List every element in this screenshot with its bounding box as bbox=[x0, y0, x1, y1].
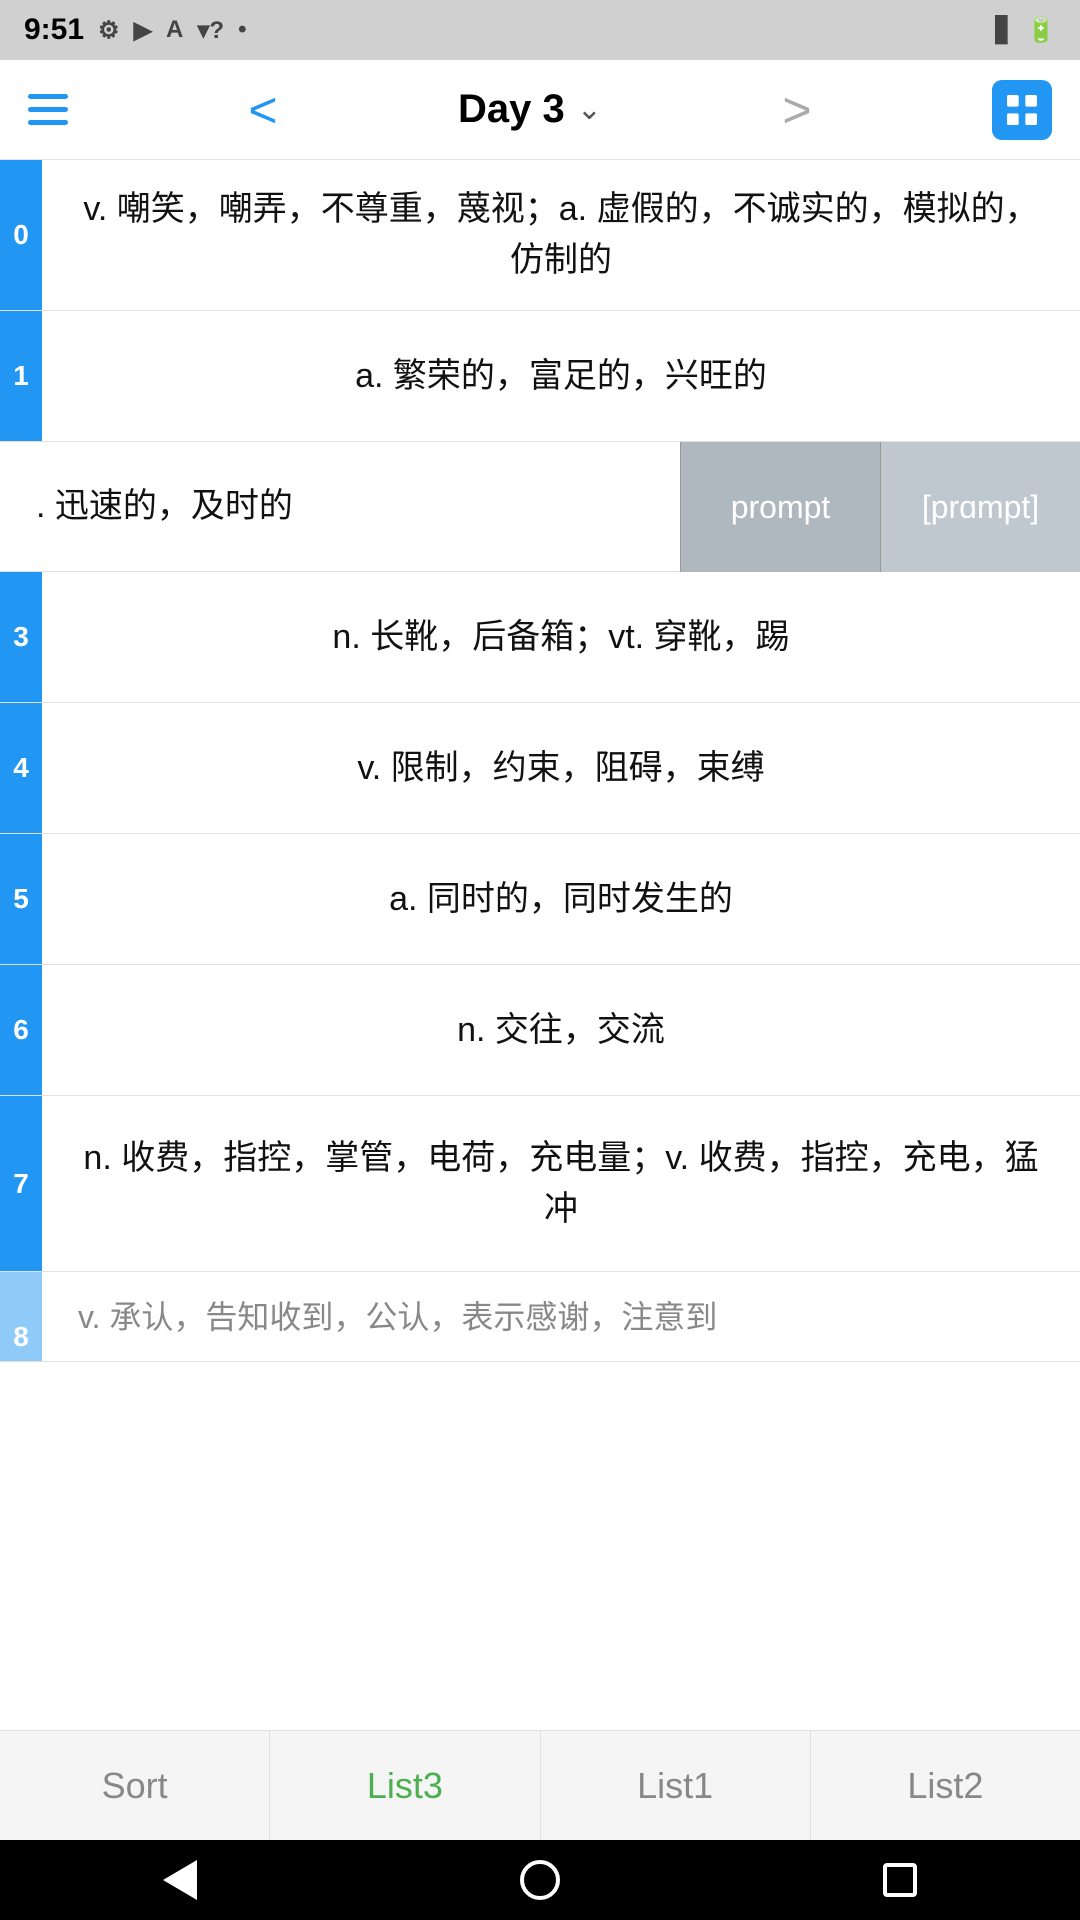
row-definition-1: a. 繁荣的，富足的，兴旺的 bbox=[42, 311, 1080, 441]
word-row-special[interactable]: . 迅速的，及时的 prompt [prɑmpt] bbox=[0, 442, 1080, 572]
android-home-button[interactable] bbox=[510, 1850, 570, 1910]
recent-rect-icon bbox=[883, 1863, 917, 1897]
word-row[interactable]: 4 v. 限制，约束，阻碍，束缚 bbox=[0, 703, 1080, 834]
tab-list2[interactable]: List2 bbox=[811, 1731, 1080, 1840]
row-index-5: 5 bbox=[0, 834, 42, 964]
overlay-cards: prompt [prɑmpt] bbox=[680, 442, 1080, 571]
grid-view-button[interactable] bbox=[992, 80, 1052, 140]
word-row[interactable]: 6 n. 交往，交流 bbox=[0, 965, 1080, 1096]
home-circle-icon bbox=[520, 1860, 560, 1900]
status-bar: 9:51 ⚙ ▶ A ▾? • ▋ 🔋 bbox=[0, 0, 1080, 60]
row-definition-6: n. 交往，交流 bbox=[42, 965, 1080, 1095]
word-row[interactable]: 0 v. 嘲笑，嘲弄，不尊重，蔑视；a. 虚假的，不诚实的，模拟的，仿制的 bbox=[0, 160, 1080, 311]
word-list: 0 v. 嘲笑，嘲弄，不尊重，蔑视；a. 虚假的，不诚实的，模拟的，仿制的 1 … bbox=[0, 160, 1080, 1362]
android-recent-button[interactable] bbox=[870, 1850, 930, 1910]
hamburger-menu[interactable] bbox=[28, 94, 68, 125]
back-button[interactable]: < bbox=[248, 85, 277, 135]
row-definition-7: n. 收费，指控，掌管，电荷，充电量；v. 收费，指控，充电，猛冲 bbox=[42, 1096, 1080, 1271]
hamburger-line-3 bbox=[28, 120, 68, 125]
word-row[interactable]: 3 n. 长靴，后备箱；vt. 穿靴，踢 bbox=[0, 572, 1080, 703]
tab-sort[interactable]: Sort bbox=[0, 1731, 270, 1840]
word-card[interactable]: prompt bbox=[680, 442, 880, 572]
row-index-8: 8 bbox=[0, 1272, 42, 1362]
row-definition-8-partial: v. 承认，告知收到，公认，表示感谢，注意到 bbox=[42, 1272, 1080, 1361]
word-row[interactable]: 7 n. 收费，指控，掌管，电荷，充电量；v. 收费，指控，充电，猛冲 bbox=[0, 1096, 1080, 1272]
android-nav-bar bbox=[0, 1840, 1080, 1920]
play-icon: ▶ bbox=[134, 16, 152, 45]
grid-icon bbox=[1002, 90, 1042, 130]
tab-list3[interactable]: List3 bbox=[270, 1731, 540, 1840]
row-definition-0: v. 嘲笑，嘲弄，不尊重，蔑视；a. 虚假的，不诚实的，模拟的，仿制的 bbox=[42, 160, 1080, 310]
bottom-tab-bar: Sort List3 List1 List2 bbox=[0, 1730, 1080, 1840]
settings-icon: ⚙ bbox=[98, 16, 120, 45]
row-index-7: 7 bbox=[0, 1096, 42, 1271]
signal-icon: ▋ bbox=[996, 16, 1014, 45]
battery-icon: 🔋 bbox=[1026, 16, 1056, 45]
forward-button[interactable]: > bbox=[782, 85, 811, 135]
title-dropdown[interactable]: Day 3 ⌄ bbox=[458, 87, 602, 132]
row-index-3: 3 bbox=[0, 572, 42, 702]
dropdown-icon: ⌄ bbox=[577, 92, 602, 127]
back-triangle-icon bbox=[163, 1860, 197, 1900]
phonetic-label: [prɑmpt] bbox=[922, 489, 1039, 526]
hamburger-line-2 bbox=[28, 107, 68, 112]
word-label: prompt bbox=[731, 489, 831, 526]
android-back-button[interactable] bbox=[150, 1850, 210, 1910]
word-row[interactable]: 5 a. 同时的，同时发生的 bbox=[0, 834, 1080, 965]
dot-icon: • bbox=[238, 16, 246, 44]
wifi-icon: ▾? bbox=[197, 16, 224, 45]
tab-list1[interactable]: List1 bbox=[541, 1731, 811, 1840]
row-definition-4: v. 限制，约束，阻碍，束缚 bbox=[42, 703, 1080, 833]
row-index-4: 4 bbox=[0, 703, 42, 833]
row-index-1: 1 bbox=[0, 311, 42, 441]
row-index-6: 6 bbox=[0, 965, 42, 1095]
word-row[interactable]: 1 a. 繁荣的，富足的，兴旺的 bbox=[0, 311, 1080, 442]
hamburger-line-1 bbox=[28, 94, 68, 99]
word-row-partial[interactable]: 8 v. 承认，告知收到，公认，表示感谢，注意到 bbox=[0, 1272, 1080, 1362]
status-time: 9:51 bbox=[24, 13, 84, 47]
page-title: Day 3 bbox=[458, 87, 565, 132]
phonetic-card[interactable]: [prɑmpt] bbox=[880, 442, 1080, 572]
font-icon: A bbox=[166, 16, 183, 44]
row-definition-5: a. 同时的，同时发生的 bbox=[42, 834, 1080, 964]
nav-bar: < Day 3 ⌄ > bbox=[0, 60, 1080, 160]
row-index-0: 0 bbox=[0, 160, 42, 310]
row-definition-3: n. 长靴，后备箱；vt. 穿靴，踢 bbox=[42, 572, 1080, 702]
